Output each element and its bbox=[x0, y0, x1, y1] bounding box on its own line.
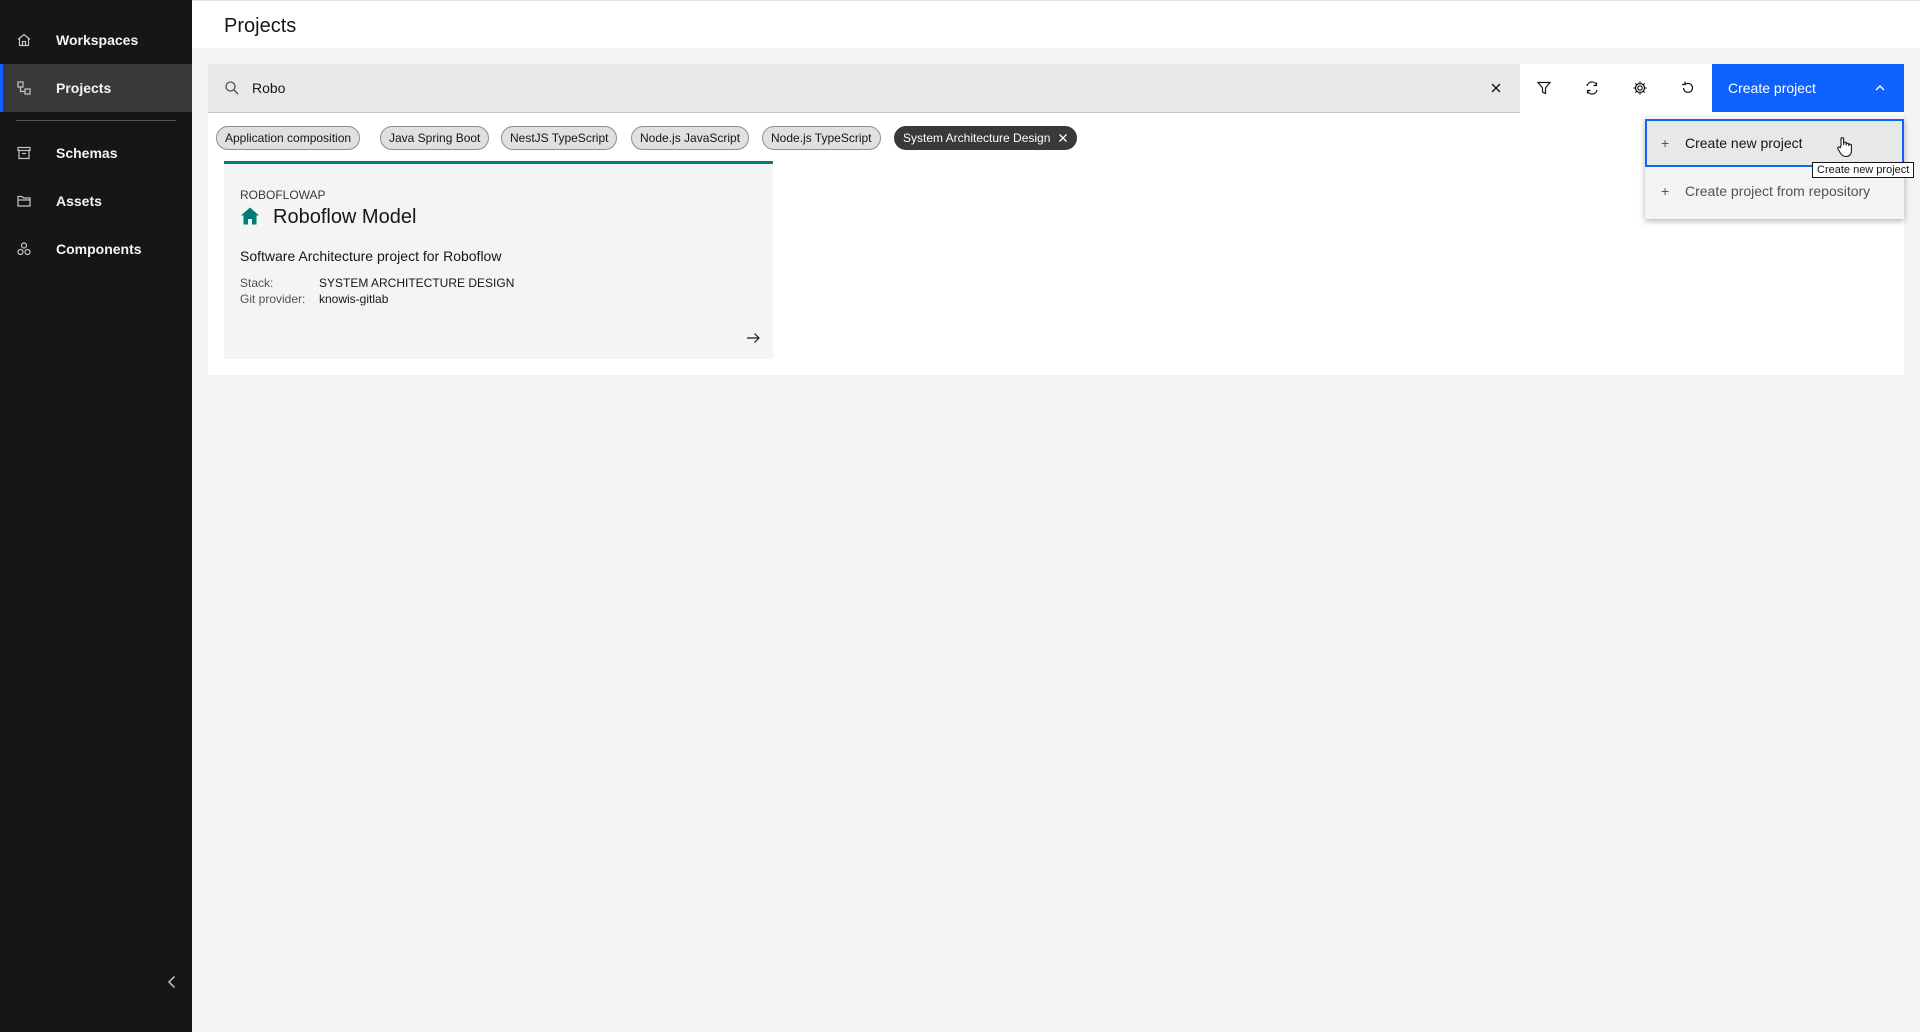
sidebar-item-schemas[interactable]: Schemas bbox=[0, 129, 192, 177]
project-description: Software Architecture project for Robofl… bbox=[240, 248, 502, 264]
page-title: Projects bbox=[224, 15, 297, 37]
collapse-sidebar-button[interactable] bbox=[160, 972, 184, 996]
close-icon bbox=[1491, 83, 1501, 93]
page-header: Projects bbox=[192, 0, 1920, 48]
create-project-label: Create project bbox=[1728, 80, 1816, 96]
sidebar-item-components[interactable]: Components bbox=[0, 225, 192, 273]
folder-icon bbox=[16, 193, 32, 209]
sidebar-item-label: Components bbox=[56, 241, 142, 257]
home-icon bbox=[16, 32, 32, 48]
plus-icon: + bbox=[1661, 135, 1670, 151]
sidebar-item-label: Workspaces bbox=[56, 32, 139, 48]
git-provider-key: Git provider: bbox=[240, 292, 306, 306]
components-icon bbox=[16, 241, 32, 257]
create-project-button[interactable]: Create project bbox=[1712, 64, 1904, 112]
filter-tag[interactable]: Node.js JavaScript bbox=[631, 126, 750, 150]
clear-search-button[interactable] bbox=[1488, 80, 1504, 96]
git-provider-value: knowis-gitlab bbox=[319, 292, 389, 306]
hand-cursor-icon bbox=[1836, 136, 1854, 158]
sidebar-item-label: Assets bbox=[56, 193, 102, 209]
sidebar: Workspaces Projects Schemas Assets Compo… bbox=[0, 0, 192, 1032]
stack-key: Stack: bbox=[240, 276, 274, 290]
menu-item-create-new-project[interactable]: + Create new project bbox=[1645, 119, 1904, 167]
project-key: ROBOFLOWAP bbox=[240, 188, 326, 202]
stack-value: SYSTEM ARCHITECTURE DESIGN bbox=[319, 276, 515, 290]
gear-icon bbox=[1633, 81, 1647, 95]
archive-icon bbox=[16, 145, 32, 161]
house-icon bbox=[240, 206, 260, 226]
project-card[interactable]: ROBOFLOWAP Roboflow Model Software Archi… bbox=[224, 161, 773, 359]
sidebar-divider bbox=[16, 120, 176, 121]
projects-icon bbox=[16, 80, 32, 96]
sidebar-item-label: Schemas bbox=[56, 145, 118, 161]
sidebar-item-label: Projects bbox=[56, 80, 112, 96]
close-icon[interactable] bbox=[1056, 131, 1070, 145]
filter-tag[interactable]: Node.js TypeScript bbox=[762, 126, 881, 150]
projects-panel: Create project Application composition J… bbox=[208, 64, 1904, 375]
chevron-up-icon bbox=[1872, 80, 1888, 96]
filter-button[interactable] bbox=[1520, 64, 1568, 112]
filter-tag[interactable]: Java Spring Boot bbox=[380, 126, 490, 150]
plus-icon: + bbox=[1661, 183, 1670, 199]
project-title: Roboflow Model bbox=[273, 206, 417, 228]
reset-icon bbox=[1682, 81, 1694, 93]
arrow-right-icon[interactable] bbox=[745, 330, 761, 346]
tooltip: Create new project bbox=[1812, 162, 1915, 178]
app-root: Workspaces Projects Schemas Assets Compo… bbox=[0, 0, 1920, 1032]
chevron-left-icon bbox=[164, 974, 180, 995]
filter-tag-label: System Architecture Design bbox=[903, 131, 1051, 145]
settings-button[interactable] bbox=[1616, 64, 1664, 112]
sidebar-item-workspaces[interactable]: Workspaces bbox=[0, 16, 192, 64]
search-input[interactable] bbox=[252, 74, 1472, 102]
sidebar-item-assets[interactable]: Assets bbox=[0, 177, 192, 225]
filter-icon bbox=[1536, 81, 1552, 95]
filter-tag[interactable]: NestJS TypeScript bbox=[501, 126, 618, 150]
sync-icon bbox=[1586, 81, 1598, 95]
filter-tag-selected[interactable]: System Architecture Design bbox=[894, 126, 1078, 150]
sync-button[interactable] bbox=[1568, 64, 1616, 112]
search-icon bbox=[224, 80, 240, 96]
menu-item-label: Create new project bbox=[1685, 135, 1803, 151]
search-bar bbox=[208, 64, 1520, 113]
reset-button[interactable] bbox=[1664, 64, 1712, 112]
menu-item-label: Create project from repository bbox=[1685, 183, 1871, 199]
sidebar-item-projects[interactable]: Projects bbox=[0, 64, 192, 112]
filter-tag[interactable]: Application composition bbox=[216, 126, 361, 150]
